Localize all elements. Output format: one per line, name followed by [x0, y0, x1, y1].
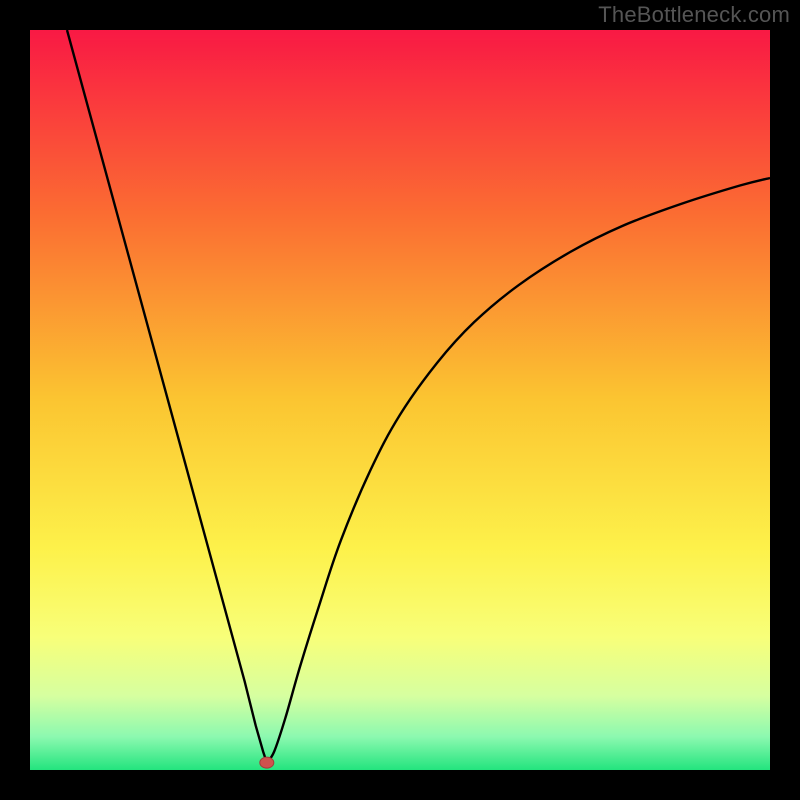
gradient-background	[30, 30, 770, 770]
watermark-text: TheBottleneck.com	[598, 2, 790, 28]
plot-svg	[30, 30, 770, 770]
plot-area	[30, 30, 770, 770]
chart-frame: TheBottleneck.com	[0, 0, 800, 800]
min-marker-dot	[260, 757, 274, 768]
